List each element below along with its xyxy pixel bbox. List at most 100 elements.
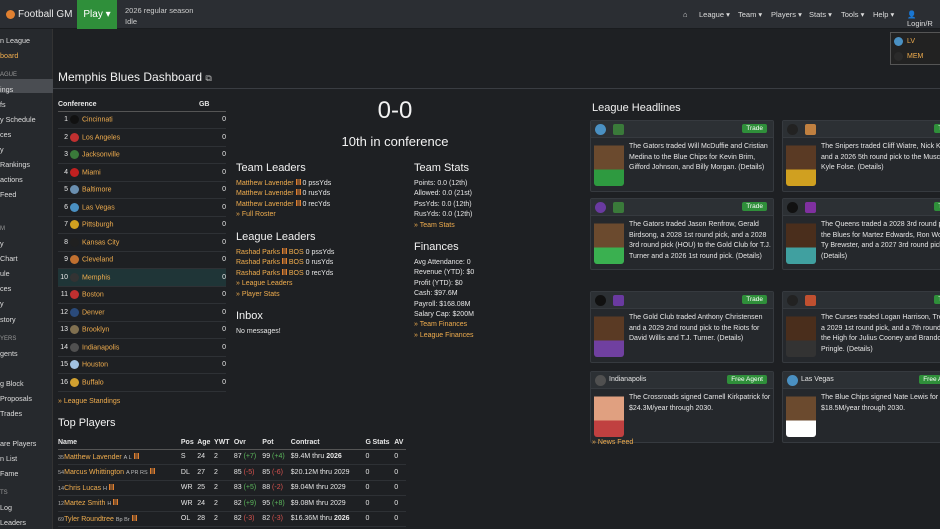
sidebar-item[interactable]: y	[0, 299, 4, 308]
players-header-name[interactable]: Name	[58, 436, 181, 450]
sidebar-item[interactable]: Fame	[0, 469, 18, 478]
team-link[interactable]: Buffalo	[82, 379, 104, 386]
player-stats-link[interactable]: » Player Stats	[236, 291, 280, 298]
sidebar-item[interactable]: board	[0, 51, 18, 60]
nav-login[interactable]: 👤 Login/R	[907, 10, 940, 28]
sidebar-item[interactable]: g Block	[0, 379, 24, 388]
players-header-contract[interactable]: Contract	[290, 436, 366, 450]
players-header-ywt[interactable]: YWT	[214, 436, 234, 450]
player-link[interactable]: Rashad Parks	[236, 270, 280, 277]
team-link[interactable]: Pittsburgh	[82, 222, 114, 229]
team-link[interactable]: Memphis	[82, 274, 110, 281]
sidebar-item[interactable]: ces	[0, 130, 11, 139]
player-link[interactable]: Martez Smith	[64, 500, 105, 507]
player-link[interactable]: Tyler Roundtree	[64, 516, 114, 523]
team-link[interactable]: Boston	[82, 292, 104, 299]
sidebar-item[interactable]: y	[0, 239, 4, 248]
team-link[interactable]: BOS	[289, 249, 304, 256]
headline-card: Trade The Gold Club traded Anthony Christ…	[590, 291, 774, 363]
players-header-pot[interactable]: Pot	[262, 436, 291, 450]
team-link[interactable]: Houston	[82, 362, 108, 369]
edit-icon[interactable]: ⧉	[205, 73, 211, 83]
sidebar-item[interactable]: Feed	[0, 190, 16, 199]
sidebar-item[interactable]: story	[0, 315, 16, 324]
team-finances-link[interactable]: » Team Finances	[414, 321, 467, 328]
players-header-av[interactable]: AV	[394, 436, 406, 450]
sidebar-item[interactable]: actions	[0, 175, 23, 184]
team-link[interactable]: Indianapolis	[82, 344, 119, 351]
team-link[interactable]: Brooklyn	[82, 327, 109, 334]
team-link[interactable]: Miami	[82, 169, 101, 176]
sidebar-item[interactable]: ings	[0, 85, 13, 94]
news-feed-link[interactable]: » News Feed	[592, 438, 633, 448]
players-header-stats[interactable]: Stats	[372, 436, 395, 450]
team-link[interactable]: Cleveland	[82, 257, 113, 264]
team-stats-link[interactable]: » Team Stats	[414, 222, 455, 229]
team-link[interactable]: Las Vegas	[82, 204, 115, 211]
standings-team: Kansas City	[70, 233, 199, 252]
standings-row: 3 Jacksonville 0	[58, 146, 226, 164]
team-link[interactable]: Cincinnati	[82, 117, 113, 124]
team-link[interactable]: Jacksonville	[82, 152, 120, 159]
nav-stats[interactable]: Stats ▾	[809, 10, 832, 19]
nav-players[interactable]: Players ▾	[771, 10, 802, 19]
sidebar-item[interactable]: n League	[0, 36, 30, 45]
page-title: Memphis Blues Dashboard ⧉	[58, 70, 212, 84]
sidebar-item[interactable]: fs	[0, 100, 6, 109]
headline-team-link[interactable]: Indianapolis	[609, 376, 646, 383]
players-header-pos[interactable]: Pos	[180, 436, 198, 450]
league-finances-link[interactable]: » League Finances	[414, 332, 474, 339]
player-contract: $9.08M thru 2029	[290, 495, 366, 512]
team-stats-title: Team Stats	[414, 162, 470, 174]
team-switcher[interactable]: LV MEM	[890, 32, 940, 65]
sidebar-item[interactable]: n List	[0, 454, 17, 463]
team-link[interactable]: Denver	[82, 309, 105, 316]
team-switcher-mem[interactable]: MEM	[894, 52, 923, 61]
sidebar-item[interactable]: Rankings	[0, 160, 30, 169]
home-icon[interactable]: ⌂	[683, 10, 688, 19]
sidebar-item[interactable]: Log	[0, 503, 12, 512]
team-link[interactable]: Kansas City	[82, 239, 119, 246]
player-face-avatar	[594, 313, 624, 357]
nav-league[interactable]: League ▾	[699, 10, 730, 19]
full-roster-link[interactable]: » Full Roster	[236, 211, 276, 218]
players-header-ovr[interactable]: Ovr	[233, 436, 263, 450]
player-link[interactable]: Matthew Lavender	[236, 190, 294, 197]
brand-link[interactable]: Football GM	[6, 9, 72, 20]
sidebar-item[interactable]: are Players	[0, 439, 36, 448]
sidebar-item[interactable]: Proposals	[0, 394, 32, 403]
players-header-g[interactable]: G	[365, 436, 373, 450]
sidebar-item[interactable]: Trades	[0, 409, 22, 418]
league-leader-row: Rashad Parks BOS 0 recYds	[236, 268, 334, 277]
headlines-title: League Headlines	[592, 102, 681, 114]
team-link[interactable]: BOS	[289, 259, 304, 266]
team-switcher-lv[interactable]: LV	[894, 37, 915, 46]
players-header-age[interactable]: Age	[197, 436, 215, 450]
player-link[interactable]: Matthew Lavender	[236, 201, 294, 208]
sidebar-item[interactable]: ule	[0, 269, 10, 278]
player-link[interactable]: Rashad Parks	[236, 249, 280, 256]
sidebar-item[interactable]: y	[0, 145, 4, 154]
player-link[interactable]: Marcus Whittington	[64, 469, 124, 476]
team-link[interactable]: Baltimore	[82, 187, 112, 194]
team-leader-row: Matthew Lavender 0 rusYds	[236, 189, 331, 198]
league-leaders-link[interactable]: » League Leaders	[236, 280, 292, 287]
sidebar-item[interactable]: y Schedule	[0, 115, 36, 124]
nav-tools[interactable]: Tools ▾	[841, 10, 864, 19]
player-link[interactable]: Rashad Parks	[236, 259, 280, 266]
nav-team[interactable]: Team ▾	[738, 10, 762, 19]
sidebar-item[interactable]: Leaders	[0, 518, 26, 527]
player-link[interactable]: Matthew Lavender	[236, 180, 294, 187]
sidebar-item[interactable]: gents	[0, 349, 18, 358]
player-link[interactable]: Chris Lucas	[64, 485, 101, 492]
league-standings-link[interactable]: » League Standings	[58, 397, 120, 407]
sidebar-item[interactable]: Chart	[0, 254, 18, 263]
team-link[interactable]: Los Angeles	[82, 134, 120, 141]
play-menu-button[interactable]: Play ▾	[77, 0, 117, 29]
conference-rank: 10th in conference	[341, 134, 449, 149]
sidebar-item[interactable]: ces	[0, 284, 11, 293]
team-link[interactable]: BOS	[289, 270, 304, 277]
headline-team-link[interactable]: Las Vegas	[801, 376, 834, 383]
nav-help[interactable]: Help ▾	[873, 10, 894, 19]
player-link[interactable]: Matthew Lavender	[64, 454, 122, 461]
